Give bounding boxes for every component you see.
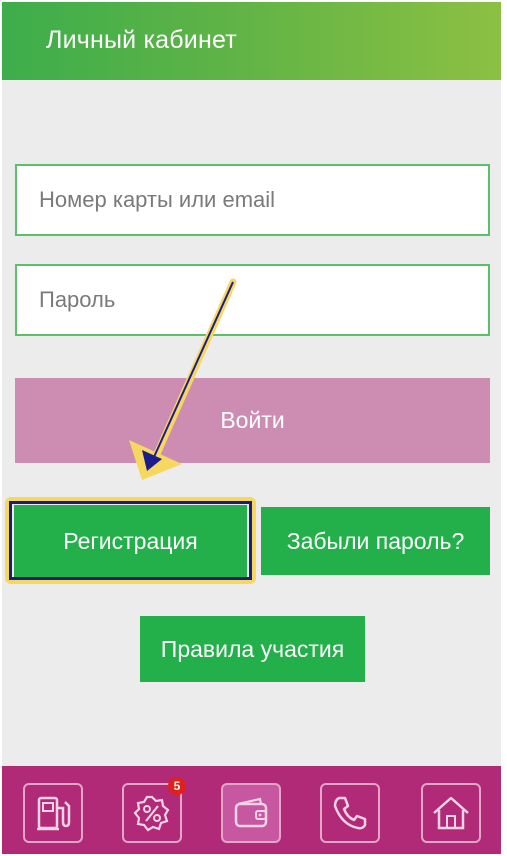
tab-promo[interactable]: 5 <box>122 777 186 843</box>
card-or-email-input[interactable] <box>17 166 488 234</box>
promo-count-badge: 5 <box>168 777 186 795</box>
tab-phone[interactable] <box>320 783 380 843</box>
tab-fuel[interactable] <box>23 783 83 843</box>
screen: Личный кабинет Войти Регистрация Забыли … <box>2 2 501 854</box>
login-button[interactable]: Войти <box>15 378 490 463</box>
register-button[interactable]: Регистрация <box>14 505 247 577</box>
wallet-icon <box>234 797 268 828</box>
header-bar: Личный кабинет <box>2 2 501 80</box>
forgot-password-button[interactable]: Забыли пароль? <box>261 507 490 575</box>
tab-wallet[interactable] <box>221 783 281 843</box>
home-icon <box>433 796 469 830</box>
page-title: Личный кабинет <box>46 26 237 54</box>
password-field[interactable] <box>15 264 490 336</box>
phone-icon <box>333 796 367 830</box>
fuel-pump-icon <box>37 796 71 831</box>
tab-home[interactable] <box>421 783 481 843</box>
card-or-email-field[interactable] <box>15 164 490 236</box>
password-input[interactable] <box>17 266 488 334</box>
rules-button[interactable]: Правила участия <box>140 616 365 682</box>
percent-badge-icon <box>133 795 170 832</box>
bottom-tab-bar: 5 <box>2 766 501 854</box>
